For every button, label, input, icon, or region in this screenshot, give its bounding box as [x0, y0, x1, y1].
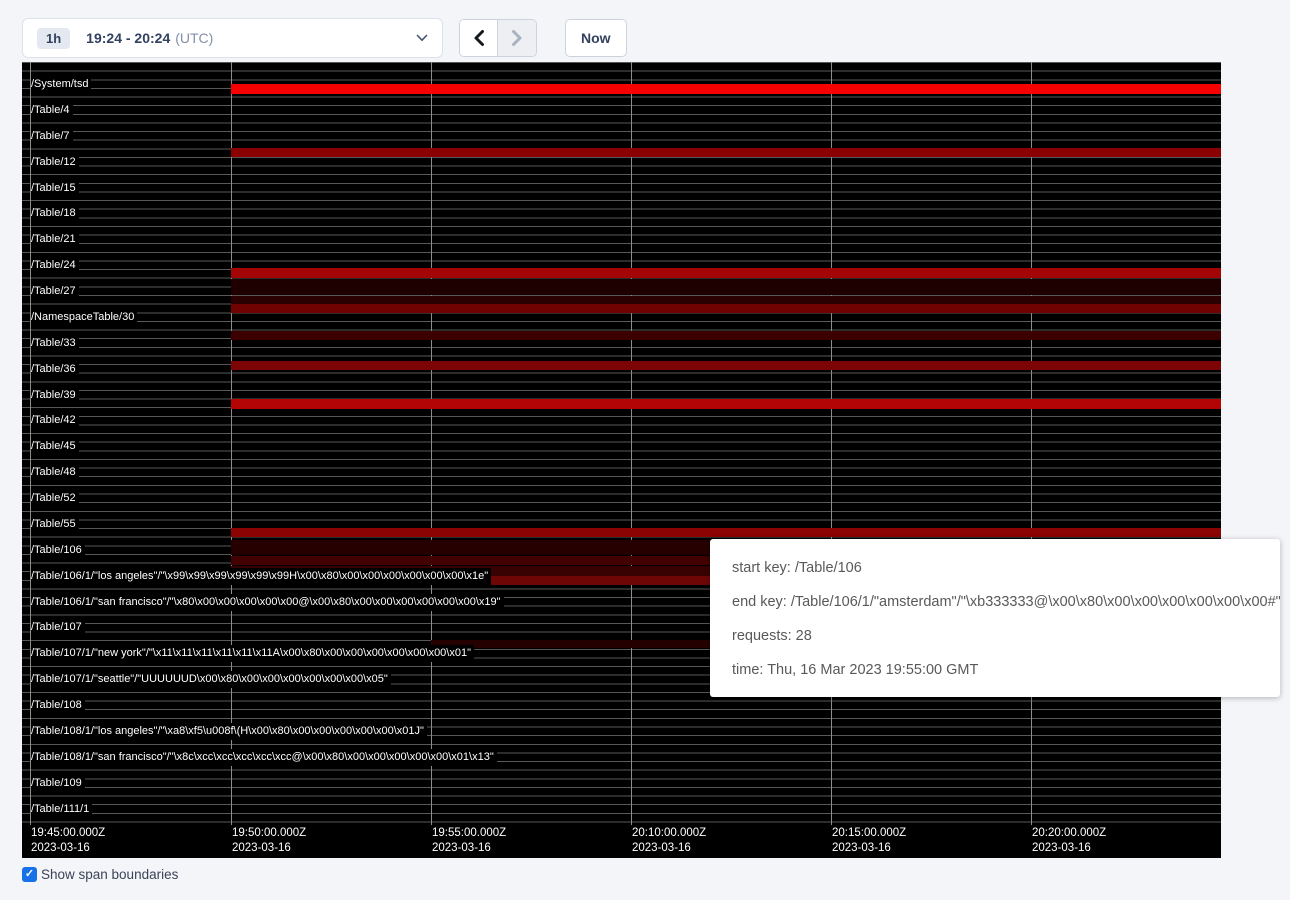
show-span-boundaries-checkbox[interactable]: ✓: [22, 867, 37, 882]
tick-date: 2023-03-16: [31, 841, 105, 856]
time-range-select[interactable]: 1h 19:24 - 20:24 (UTC): [22, 18, 443, 58]
row-label: /Table/106: [31, 542, 85, 559]
tick-time: 20:20:00.000Z: [1032, 826, 1106, 841]
time-axis-tick: 20:15:00.000Z2023-03-16: [832, 826, 906, 856]
timezone-text: (UTC): [175, 30, 213, 46]
vertical-gridline: [231, 62, 232, 825]
row-label: /Table/45: [31, 438, 79, 455]
time-axis-tick: 19:55:00.000Z2023-03-16: [432, 826, 506, 856]
vertical-gridline: [1031, 62, 1032, 825]
key-visualizer-canvas[interactable]: /System/tsd/Table/4/Table/7/Table/12/Tab…: [22, 62, 1221, 858]
row-label: /Table/36: [31, 361, 79, 378]
hot-span-band[interactable]: [231, 84, 1221, 94]
row-label: /Table/7: [31, 128, 73, 145]
duration-badge: 1h: [37, 28, 70, 49]
time-range-text: 19:24 - 20:24: [86, 30, 170, 46]
row-label: /Table/18: [31, 205, 79, 222]
row-label: /Table/55: [31, 516, 79, 533]
hot-span-band[interactable]: [231, 279, 1221, 295]
row-label: /Table/106/1/"san francisco"/"\x80\x00\x…: [31, 594, 504, 611]
tick-time: 19:55:00.000Z: [432, 826, 506, 841]
tick-time: 20:15:00.000Z: [832, 826, 906, 841]
row-label: /Table/27: [31, 283, 79, 300]
row-label: /Table/107: [31, 619, 85, 636]
row-label: /Table/109: [31, 775, 85, 792]
hot-span-band[interactable]: [231, 331, 1221, 340]
footer: ✓ Show span boundaries: [22, 867, 178, 882]
time-nav-group: [459, 19, 537, 57]
toolbar: 1h 19:24 - 20:24 (UTC) Now: [22, 18, 627, 58]
row-label: /System/tsd: [31, 76, 91, 93]
next-time-button[interactable]: [498, 20, 536, 56]
hot-span-band[interactable]: [231, 399, 1221, 409]
time-axis-tick: 20:20:00.000Z2023-03-16: [1032, 826, 1106, 856]
now-button[interactable]: Now: [565, 19, 627, 57]
span-tooltip: start key: /Table/106end key: /Table/106…: [710, 539, 1280, 697]
hot-span-band[interactable]: [231, 361, 1221, 370]
tooltip-line: end key: /Table/106/1/"amsterdam"/"\xb33…: [732, 585, 1258, 619]
row-label: /Table/33: [31, 335, 79, 352]
time-axis-tick: 20:10:00.000Z2023-03-16: [632, 826, 706, 856]
tick-time: 20:10:00.000Z: [632, 826, 706, 841]
row-label: /Table/52: [31, 490, 79, 507]
time-axis-tick: 19:45:00.000Z2023-03-16: [31, 826, 105, 856]
tooltip-line: start key: /Table/106: [732, 551, 1258, 585]
row-label: /Table/107/1/"seattle"/"UUUUUUD\x00\x80\…: [31, 671, 391, 688]
tick-date: 2023-03-16: [232, 841, 306, 856]
row-label: /NamespaceTable/30: [31, 309, 137, 326]
chevron-down-icon: [416, 34, 428, 42]
tooltip-line: requests: 28: [732, 619, 1258, 653]
time-axis-tick: 19:50:00.000Z2023-03-16: [232, 826, 306, 856]
hot-span-band[interactable]: [231, 296, 1221, 304]
prev-time-button[interactable]: [460, 20, 498, 56]
tooltip-line: time: Thu, 16 Mar 2023 19:55:00 GMT: [732, 653, 1258, 687]
row-label: /Table/48: [31, 464, 79, 481]
row-label: /Table/111/1: [31, 801, 92, 818]
row-label: /Table/39: [31, 387, 79, 404]
vertical-gridline: [631, 62, 632, 825]
row-label: /Table/108: [31, 697, 85, 714]
row-label: /Table/4: [31, 102, 73, 119]
chevron-left-icon: [473, 29, 485, 47]
hot-span-band[interactable]: [231, 148, 1221, 157]
row-label: /Table/24: [31, 257, 79, 274]
tick-date: 2023-03-16: [832, 841, 906, 856]
row-label: /Table/42: [31, 412, 79, 429]
tick-date: 2023-03-16: [432, 841, 506, 856]
row-label: /Table/21: [31, 231, 79, 248]
tick-time: 19:45:00.000Z: [31, 826, 105, 841]
vertical-gridline: [831, 62, 832, 825]
show-span-boundaries-label: Show span boundaries: [41, 867, 178, 882]
heatmap-horizontal-gridlines: [22, 62, 1221, 825]
vertical-gridline: [431, 62, 432, 825]
row-label: /Table/108/1/"los angeles"/"\xa8\xf5\u00…: [31, 723, 427, 740]
row-label: /Table/15: [31, 180, 79, 197]
tick-date: 2023-03-16: [632, 841, 706, 856]
tick-date: 2023-03-16: [1032, 841, 1106, 856]
chevron-right-icon: [511, 29, 523, 47]
row-label: /Table/107/1/"new york"/"\x11\x11\x11\x1…: [31, 645, 474, 662]
tick-time: 19:50:00.000Z: [232, 826, 306, 841]
row-label: /Table/106/1/"los angeles"/"\x99\x99\x99…: [31, 568, 491, 585]
hot-span-band[interactable]: [231, 304, 1221, 313]
row-label: /Table/12: [31, 154, 79, 171]
row-label: /Table/108/1/"san francisco"/"\x8c\xcc\x…: [31, 749, 497, 766]
hot-span-band[interactable]: [231, 268, 1221, 278]
hot-span-band[interactable]: [231, 528, 1221, 537]
